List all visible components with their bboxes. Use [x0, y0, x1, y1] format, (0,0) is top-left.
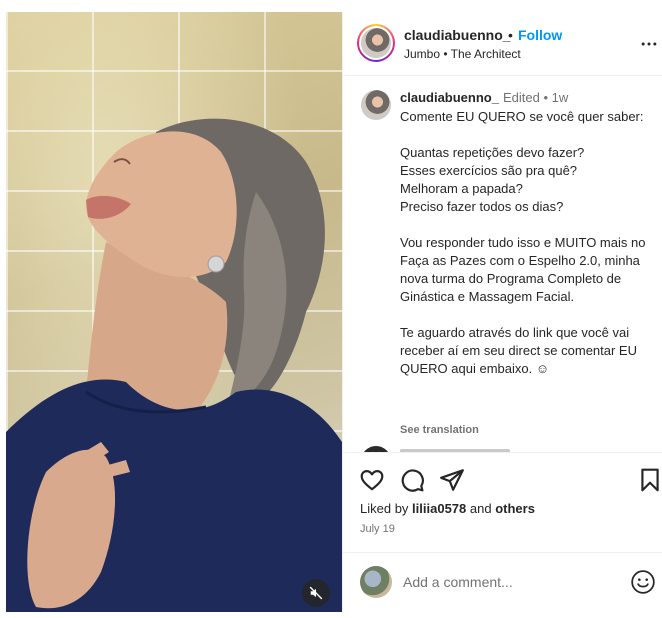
share-icon[interactable]	[439, 467, 465, 493]
mute-toggle-button[interactable]	[302, 579, 330, 607]
author-avatar-image	[361, 28, 391, 58]
bookmark-icon[interactable]	[637, 467, 662, 493]
woman-figure-image	[6, 118, 342, 612]
emoji-icon[interactable]	[630, 569, 656, 595]
follow-button[interactable]: Follow	[518, 27, 562, 43]
muted-speaker-icon	[309, 586, 323, 600]
comment-composer	[343, 552, 662, 612]
post-video[interactable]	[6, 12, 342, 612]
current-user-avatar	[360, 566, 392, 598]
liked-by-text: Liked by liliia0578 and others	[360, 501, 535, 516]
header-separator: •	[508, 27, 513, 43]
caption-section: claudiabuenno_ Edited • 1w Comente EU QUE…	[343, 76, 662, 452]
comment-icon[interactable]	[399, 467, 425, 493]
heart-icon[interactable]	[359, 467, 385, 493]
liked-prefix: Liked by	[360, 501, 409, 516]
liked-user-link[interactable]: liliia0578	[412, 501, 466, 516]
comment-input[interactable]	[403, 570, 623, 594]
caption-avatar[interactable]	[361, 90, 391, 120]
caption-header: claudiabuenno_ Edited • 1w	[400, 90, 568, 105]
caption-meta: Edited • 1w	[502, 90, 569, 105]
post-header: claudiabuenno_ • Follow Jumbo • The Arch…	[343, 12, 662, 76]
liked-conjunction: and	[469, 501, 492, 516]
post-side-panel: claudiabuenno_ • Follow Jumbo • The Arch…	[342, 12, 662, 612]
author-avatar[interactable]	[357, 24, 395, 62]
caption-username[interactable]: claudiabuenno_	[400, 90, 499, 105]
audio-track-link[interactable]: Jumbo • The Architect	[404, 47, 521, 61]
more-icon[interactable]	[639, 34, 659, 54]
liked-others-link[interactable]: others	[495, 501, 535, 516]
see-translation-link[interactable]: See translation	[400, 424, 479, 436]
author-username[interactable]: claudiabuenno_	[404, 27, 511, 43]
post-date[interactable]: July 19	[360, 523, 395, 535]
post-viewer: claudiabuenno_ • Follow Jumbo • The Arch…	[0, 0, 662, 618]
caption-text: Comente EU QUERO se você quer saber: Qua…	[400, 109, 646, 376]
